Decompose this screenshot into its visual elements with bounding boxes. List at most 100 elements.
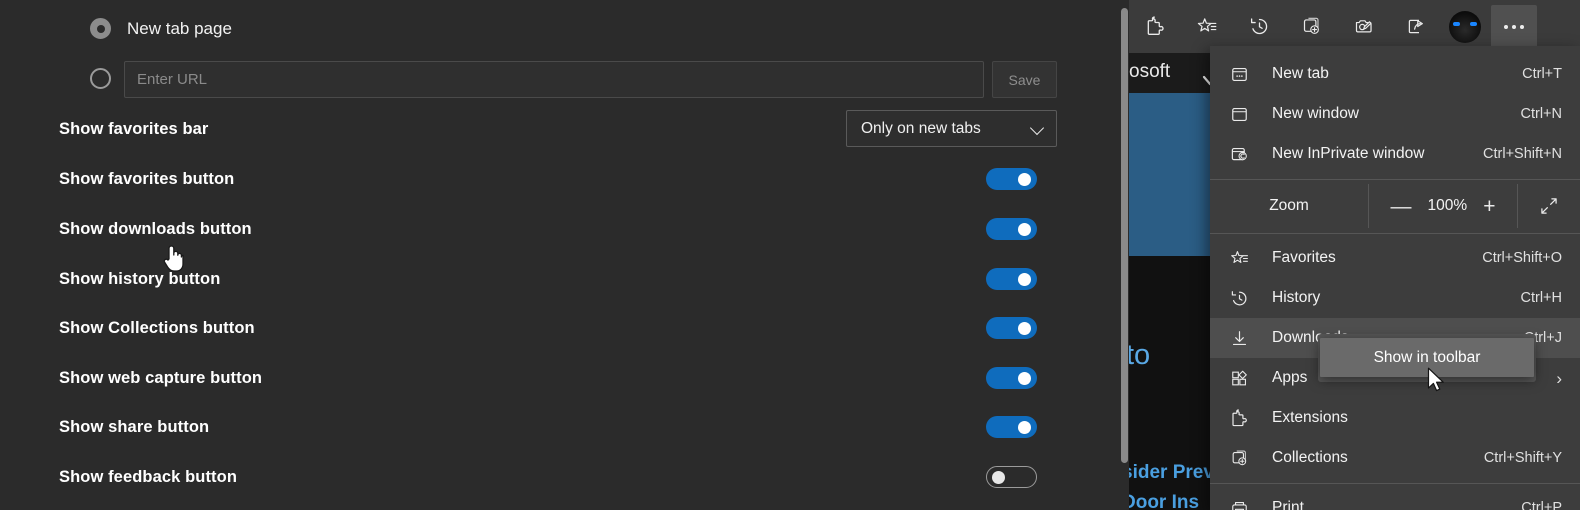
toggle-show-history-button[interactable] — [986, 268, 1037, 290]
apps-icon — [1230, 367, 1256, 389]
menu-item-label: Print — [1272, 499, 1521, 510]
dot — [1512, 25, 1516, 29]
setting-label-downloads-button: Show downloads button — [59, 220, 252, 239]
downloads-icon — [1230, 327, 1256, 349]
setting-label-favorites-button: Show favorites button — [59, 170, 234, 189]
favorites-icon[interactable] — [1187, 7, 1227, 47]
setting-label-history-button: Show history button — [59, 270, 220, 289]
favorites-bar-select[interactable]: Only on new tabs — [846, 110, 1057, 147]
zoom-label: Zoom — [1210, 184, 1368, 228]
page-link-insider-preview[interactable]: sider Prev — [1122, 462, 1214, 484]
menu-divider — [1210, 233, 1580, 234]
print-icon — [1230, 497, 1256, 510]
scrollbar-thumb[interactable] — [1121, 8, 1128, 463]
menu-item-accel: Ctrl+P — [1521, 500, 1562, 510]
setting-row-favorites-button: Show favorites button — [0, 162, 1100, 196]
toggle-show-feedback-button[interactable] — [986, 466, 1037, 488]
setting-row-web-capture-button: Show web capture button — [0, 361, 1100, 395]
menu-item-label: Favorites — [1272, 249, 1482, 267]
menu-item-history[interactable]: History Ctrl+H — [1210, 278, 1580, 318]
menu-item-label: Extensions — [1272, 409, 1562, 427]
page-scrollbar[interactable] — [1120, 0, 1129, 510]
favorites-bar-selected-value: Only on new tabs — [861, 120, 981, 138]
menu-item-favorites[interactable]: Favorites Ctrl+Shift+O — [1210, 238, 1580, 278]
menu-item-new-inprivate-window[interactable]: New InPrivate window Ctrl+Shift+N — [1210, 134, 1580, 174]
menu-item-accel: Ctrl+T — [1522, 66, 1562, 82]
toggle-knob — [1018, 372, 1031, 385]
menu-item-new-window[interactable]: New window Ctrl+N — [1210, 94, 1580, 134]
more-options-icon[interactable] — [1491, 5, 1537, 49]
settings-pane: New tab page Enter URL Save Show favorit… — [0, 0, 1120, 510]
menu-item-print[interactable]: Print Ctrl+P — [1210, 488, 1580, 510]
zoom-out-button[interactable]: — — [1391, 196, 1412, 217]
toggle-knob — [1018, 223, 1031, 236]
menu-divider — [1210, 483, 1580, 484]
menu-zoom-row: Zoom — 100% + — [1210, 184, 1580, 228]
save-button-label: Save — [1009, 72, 1041, 88]
page-text-fragment: to — [1126, 339, 1150, 372]
collections-icon — [1230, 447, 1256, 469]
history-icon[interactable] — [1239, 7, 1279, 47]
submenu-item-label: Show in toolbar — [1374, 349, 1481, 367]
avatar[interactable] — [1449, 11, 1481, 43]
share-icon[interactable] — [1395, 7, 1435, 47]
menu-item-extensions[interactable]: Extensions — [1210, 398, 1580, 438]
menu-item-collections[interactable]: Collections Ctrl+Shift+Y — [1210, 438, 1580, 478]
new-window-icon — [1230, 103, 1256, 125]
radio-specific-url[interactable] — [90, 68, 111, 89]
menu-item-label: History — [1272, 289, 1521, 307]
setting-row-share-button: Show share button — [0, 410, 1100, 444]
web-capture-icon[interactable] — [1343, 7, 1383, 47]
setting-label-feedback-button: Show feedback button — [59, 468, 237, 487]
page-link-secondary[interactable]: Door Ins — [1122, 492, 1199, 510]
url-input-placeholder: Enter URL — [137, 71, 207, 88]
startup-option-new-tab-page[interactable]: New tab page — [90, 18, 232, 39]
screen-root: New tab page Enter URL Save Show favorit… — [0, 0, 1580, 510]
page-site-header-text: osoft — [1129, 61, 1170, 83]
setting-label-share-button: Show share button — [59, 418, 209, 437]
toggle-show-share-button[interactable] — [986, 416, 1037, 438]
setting-row-feedback-button: Show feedback button — [0, 460, 1100, 494]
menu-item-label: New tab — [1272, 65, 1522, 83]
inprivate-icon — [1230, 143, 1256, 165]
menu-item-new-tab[interactable]: New tab Ctrl+T — [1210, 54, 1580, 94]
zoom-in-button[interactable]: + — [1483, 196, 1495, 217]
toggle-knob — [1018, 273, 1031, 286]
save-button[interactable]: Save — [992, 61, 1057, 98]
chevron-down-icon — [1031, 122, 1044, 135]
menu-item-label: New window — [1272, 105, 1521, 123]
fullscreen-button[interactable] — [1518, 184, 1580, 228]
extensions-icon — [1230, 407, 1256, 429]
toggle-knob — [1018, 322, 1031, 335]
dot — [1520, 25, 1524, 29]
setting-row-downloads-button: Show downloads button — [0, 212, 1100, 246]
url-input[interactable]: Enter URL — [124, 61, 984, 98]
menu-item-label: Collections — [1272, 449, 1484, 467]
toggle-knob — [992, 471, 1005, 484]
toggle-show-downloads-button[interactable] — [986, 218, 1037, 240]
extensions-icon[interactable] — [1135, 7, 1175, 47]
edge-settings-menu: New tab Ctrl+T New window Ctrl+N — [1210, 46, 1580, 510]
toggle-show-collections-button[interactable] — [986, 317, 1037, 339]
menu-item-label: New InPrivate window — [1272, 145, 1483, 163]
setting-label-favorites-bar: Show favorites bar — [59, 120, 208, 139]
menu-item-accel: Ctrl+Shift+O — [1482, 250, 1562, 266]
startup-option-specific-url[interactable] — [90, 68, 111, 89]
toggle-show-favorites-button[interactable] — [986, 168, 1037, 190]
new-tab-icon — [1230, 63, 1256, 85]
arrow-cursor-icon — [1427, 367, 1447, 395]
toggle-show-web-capture-button[interactable] — [986, 367, 1037, 389]
menu-divider — [1210, 179, 1580, 180]
dot — [1504, 25, 1508, 29]
history-icon — [1230, 287, 1256, 309]
menu-item-accel: Ctrl+Shift+N — [1483, 146, 1562, 162]
collections-icon[interactable] — [1291, 7, 1331, 47]
favorites-icon — [1230, 247, 1256, 269]
setting-label-collections-button: Show Collections button — [59, 319, 255, 338]
zoom-value: 100% — [1428, 197, 1468, 215]
zoom-controls: — 100% + — [1368, 184, 1518, 228]
setting-row-collections-button: Show Collections button — [0, 311, 1100, 345]
menu-item-accel: Ctrl+Shift+Y — [1484, 450, 1562, 466]
menu-item-accel: Ctrl+H — [1521, 290, 1563, 306]
radio-new-tab-page[interactable] — [90, 18, 111, 39]
